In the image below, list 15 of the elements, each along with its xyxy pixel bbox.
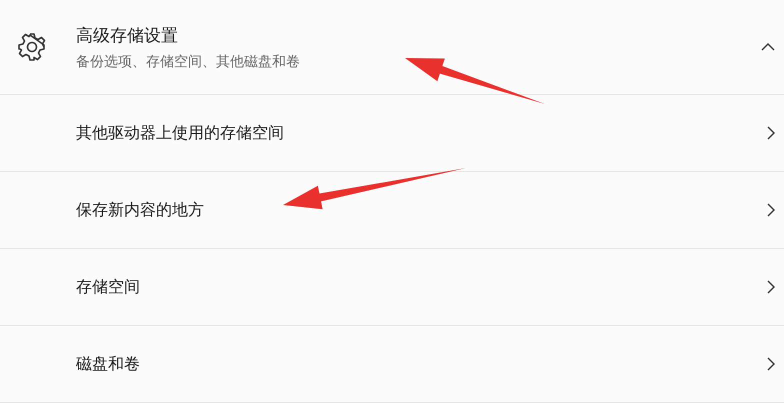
section-title: 高级存储设置 bbox=[76, 24, 179, 46]
settings-row[interactable]: 磁盘和卷 bbox=[0, 326, 784, 403]
setting-label: 保存新内容的地方 bbox=[76, 200, 205, 220]
setting-label: 磁盘和卷 bbox=[76, 354, 141, 374]
chevron-right-icon[interactable] bbox=[766, 202, 776, 218]
chevron-right-icon[interactable] bbox=[766, 356, 776, 372]
settings-row[interactable]: 保存新内容的地方 bbox=[0, 172, 784, 249]
chevron-right-icon[interactable] bbox=[766, 279, 776, 295]
section-subtitle: 备份选项、存储空间、其他磁盘和卷 bbox=[76, 52, 301, 70]
settings-row[interactable]: 其他驱动器上使用的存储空间 bbox=[0, 95, 784, 172]
setting-label: 其他驱动器上使用的存储空间 bbox=[76, 122, 285, 144]
chevron-right-icon[interactable] bbox=[766, 125, 776, 141]
settings-row[interactable]: 存储空间 bbox=[0, 249, 784, 326]
setting-label: 存储空间 bbox=[76, 276, 141, 298]
settings-icon bbox=[17, 32, 47, 62]
